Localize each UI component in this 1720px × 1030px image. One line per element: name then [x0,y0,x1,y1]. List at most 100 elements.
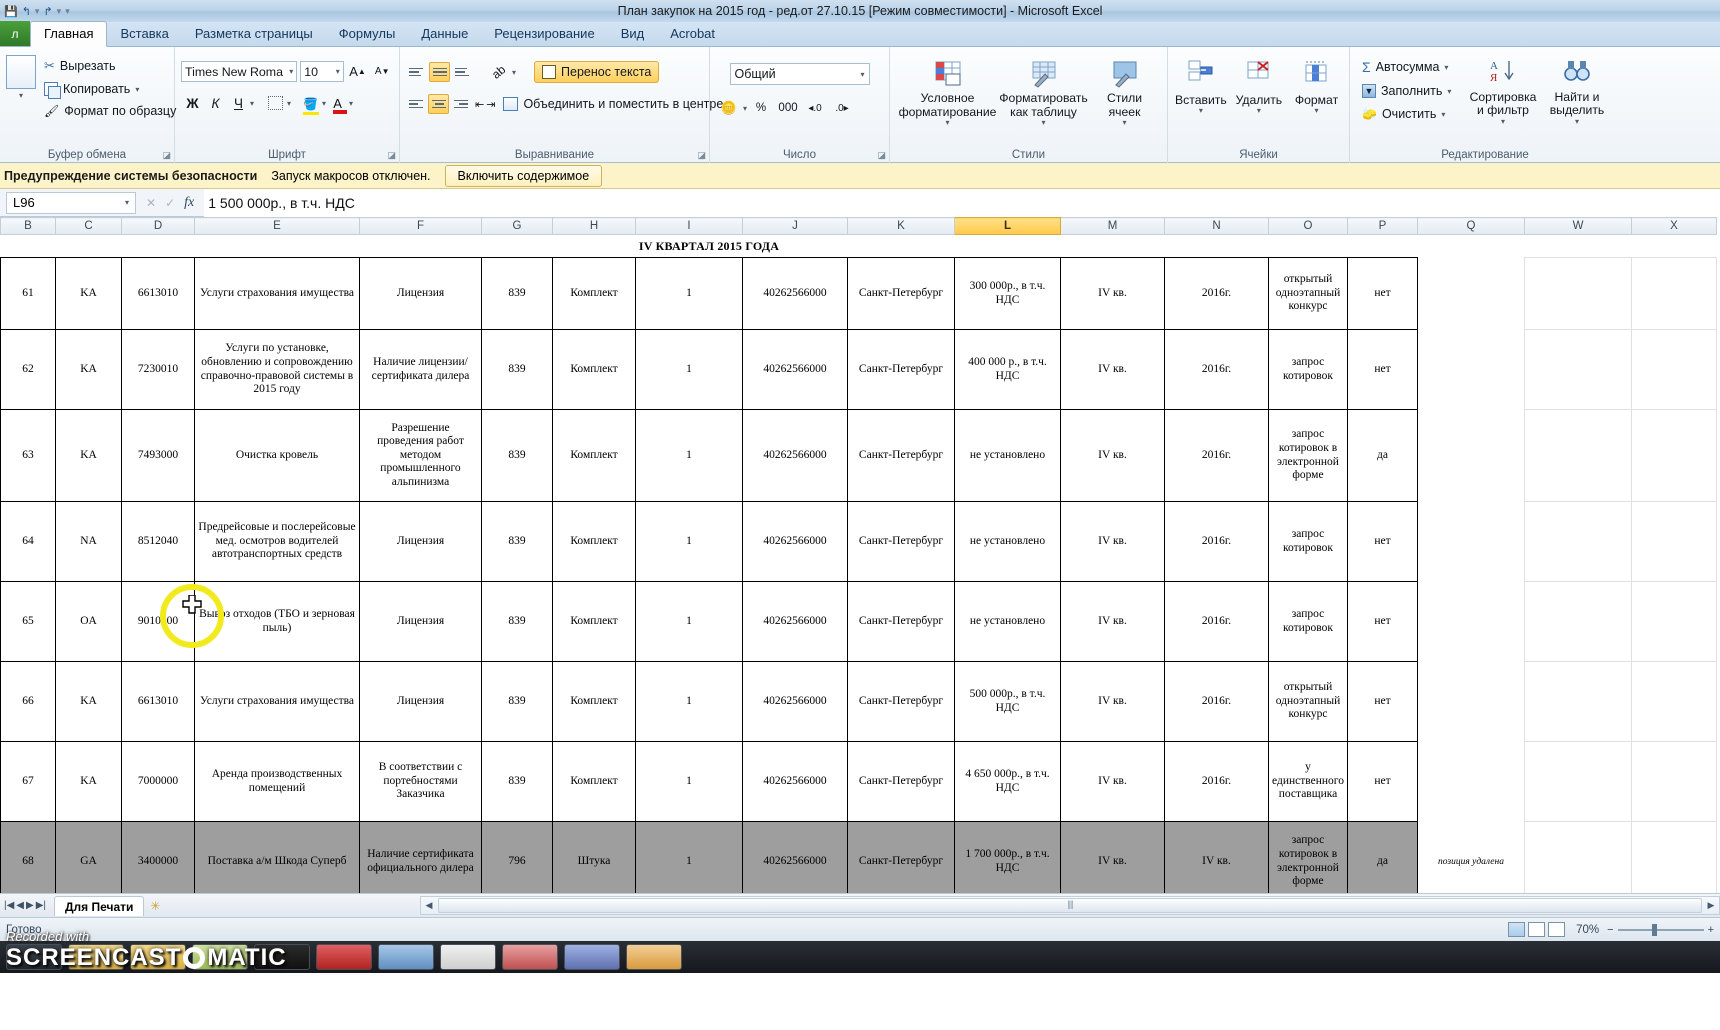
fill-color-button[interactable]: 🪣 [299,92,322,115]
taskbar-item[interactable] [378,944,434,970]
column-header-c[interactable]: C [55,217,122,235]
table-cell[interactable]: Комплект [552,501,636,582]
table-cell[interactable]: Наличие лицензии/сертификата дилера [359,329,482,410]
table-cell[interactable]: 839 [481,409,553,502]
table-cell[interactable]: IV кв. [1060,257,1165,330]
table-cell[interactable]: Лицензия [359,501,482,582]
empty-cell[interactable] [1631,581,1717,662]
table-cell[interactable]: 1 [635,329,743,410]
sheet-tab-print[interactable]: Для Печати [54,895,145,916]
annotation-cell[interactable] [1418,330,1525,410]
table-cell[interactable]: 839 [481,257,553,330]
table-cell[interactable]: 2016г. [1164,409,1269,502]
table-cell[interactable]: IV кв. [1060,329,1165,410]
column-header-d[interactable]: D [121,217,195,235]
cancel-formula-icon[interactable]: ✕ [146,196,156,210]
orientation-caret-icon[interactable]: ▾ [512,68,516,77]
taskbar[interactable] [0,941,1720,973]
empty-cell[interactable] [1524,409,1632,502]
table-cell[interactable]: Лицензия [359,581,482,662]
table-cell[interactable]: Санкт-Петербург [847,661,955,742]
table-cell[interactable]: не установлено [954,501,1061,582]
table-cell[interactable]: 8512040 [121,501,195,582]
font-dialog-launcher-icon[interactable]: ◪ [387,150,396,161]
table-cell[interactable]: Услуги страхования имущества [194,257,360,330]
page-break-view-button[interactable] [1548,922,1566,937]
table-cell[interactable]: 6613010 [121,257,195,330]
table-cell[interactable]: нет [1347,661,1418,742]
table-cell[interactable]: 839 [481,741,553,822]
decrease-decimal-button[interactable]: .0▸ [829,98,855,118]
copy-caret-icon[interactable]: ▾ [135,85,139,94]
column-header-l[interactable]: L [954,217,1061,235]
copy-button[interactable]: Копировать ▾ [38,79,182,99]
table-cell[interactable]: Лицензия [359,661,482,742]
table-cell[interactable]: Штука [552,821,636,893]
number-dialog-launcher-icon[interactable]: ◪ [877,150,886,161]
format-as-table-button[interactable]: Форматировать как таблицу ▾ [996,57,1092,130]
tab-data[interactable]: Данные [408,22,481,46]
increase-indent-button[interactable]: ⇥ [486,93,495,115]
clear-caret-icon[interactable]: ▾ [1441,110,1445,119]
empty-cell[interactable] [1631,501,1717,582]
table-cell[interactable]: Санкт-Петербург [847,329,955,410]
table-cell[interactable]: IV кв. [1060,661,1165,742]
column-header-x[interactable]: X [1631,217,1717,235]
conditional-formatting-button[interactable]: Условное форматирование ▾ [899,57,996,130]
table-cell[interactable]: Услуги по установке, обновлению и сопров… [194,329,360,410]
table-cell[interactable]: Санкт-Петербург [847,257,955,330]
table-cell[interactable]: 839 [481,661,553,742]
table-cell[interactable]: Наличие сертификата официального дилера [359,821,482,893]
column-header-e[interactable]: E [194,217,360,235]
table-row[interactable]: 65 OA 9010000 Вывоз отходов (ТБО и зерновая… [0,581,1717,662]
table-row[interactable]: 62 KA 7230010 Услуги по установке, обновлен… [0,329,1717,410]
table-cell[interactable]: 40262566000 [742,741,848,822]
empty-cell[interactable] [1524,234,1632,258]
prev-sheet-icon[interactable]: ◀ [16,900,24,911]
column-header-h[interactable]: H [552,217,636,235]
quick-access-toolbar[interactable]: 💾 ↰ ▾ ↱ ▾ ▾ [0,5,70,18]
borders-caret-icon[interactable]: ▾ [287,99,291,108]
customize-qat-icon[interactable]: ▾ [65,6,70,17]
table-cell[interactable]: GA [55,821,122,893]
table-cell[interactable]: 7230010 [121,329,195,410]
align-middle-button[interactable] [429,62,450,82]
table-cell[interactable]: Санкт-Петербург [847,409,955,502]
save-icon[interactable]: 💾 [4,5,18,18]
tab-home[interactable]: Главная [30,21,108,47]
tab-page-layout[interactable]: Разметка страницы [182,22,326,46]
table-cell[interactable]: IV кв. [1060,741,1165,822]
table-cell[interactable]: 839 [481,501,553,582]
table-cell[interactable]: 2016г. [1164,581,1269,662]
table-cell[interactable]: 40262566000 [742,501,848,582]
empty-cell[interactable] [1631,821,1717,893]
empty-cell[interactable] [1631,234,1717,258]
empty-cell[interactable] [1631,661,1717,742]
fill-button[interactable]: ▼ Заполнить ▾ [1356,81,1466,101]
alignment-dialog-launcher-icon[interactable]: ◪ [697,150,706,161]
tab-review[interactable]: Рецензирование [481,22,607,46]
table-cell[interactable]: у единственного поставщика [1268,741,1348,822]
table-cell[interactable]: 62 [0,329,56,410]
table-cell[interactable]: не установлено [954,581,1061,662]
table-cell[interactable]: 40262566000 [742,257,848,330]
format-painter-button[interactable]: Формат по образцу [38,101,182,121]
column-header-g[interactable]: G [481,217,553,235]
taskbar-item[interactable] [502,944,558,970]
taskbar-item[interactable] [626,944,682,970]
empty-cell[interactable] [1524,257,1632,330]
paste-icon[interactable] [6,55,36,89]
delete-cells-caret-icon[interactable]: ▾ [1257,106,1261,116]
next-sheet-icon[interactable]: ▶ [26,900,34,911]
horizontal-scrollbar[interactable]: ◀ ▶ [420,896,1720,915]
table-cell[interactable]: 2016г. [1164,257,1269,330]
table-cell[interactable]: 2016г. [1164,329,1269,410]
table-cell[interactable]: 1 [635,821,743,893]
taskbar-item[interactable] [68,944,124,970]
last-sheet-icon[interactable]: ▶| [36,900,46,911]
table-row[interactable]: 68 GA 3400000 Поставка а/м Шкода Суперб Нали… [0,821,1717,893]
accept-formula-icon[interactable]: ✓ [165,196,175,210]
table-row[interactable]: 64 NA 8512040 Предрейсовые и послерейсовые … [0,501,1717,582]
table-cell[interactable]: нет [1347,501,1418,582]
zoom-level-label[interactable]: 70% [1576,924,1599,936]
